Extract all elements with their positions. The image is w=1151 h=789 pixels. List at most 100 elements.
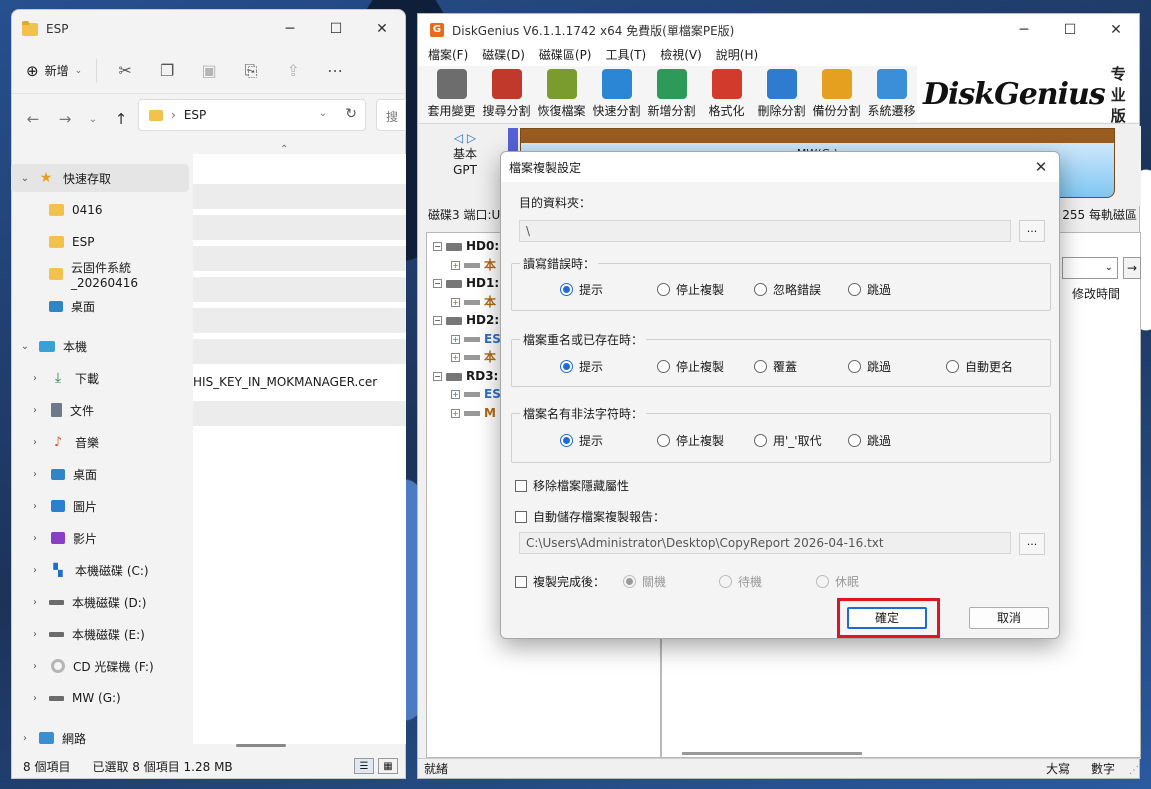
read-error-ignore-radio[interactable]: 忽略錯誤 — [754, 281, 821, 298]
back-icon[interactable]: ← — [22, 110, 44, 128]
more-icon[interactable]: ⋯ — [321, 59, 349, 83]
after-copy-checkbox[interactable]: 複製完成後： — [515, 573, 605, 590]
tree-partition-node[interactable]: + ES — [451, 330, 501, 348]
paste-icon[interactable]: ▣ — [195, 59, 223, 83]
chevron-down-icon[interactable]: ⌄ — [319, 108, 327, 119]
minimize-icon[interactable]: ─ — [267, 10, 313, 48]
nav-item-0416[interactable]: 0416 — [11, 196, 189, 224]
file-row[interactable] — [193, 401, 406, 426]
remove-hidden-checkbox[interactable]: 移除檔案隱藏屬性 — [515, 477, 629, 494]
copy-icon[interactable]: ❐ — [153, 59, 181, 83]
exists-skip-radio[interactable]: 跳過 — [848, 358, 891, 375]
nav-item-videos[interactable]: › 影片 — [11, 524, 189, 552]
read-error-stop-radio[interactable]: 停止複製 — [657, 281, 724, 298]
tool-button-8[interactable]: 系統遷移 — [864, 66, 919, 123]
chevron-right-icon[interactable]: › — [27, 501, 43, 512]
report-path-field[interactable]: C:\Users\Administrator\Desktop\CopyRepor… — [519, 532, 1011, 554]
new-button[interactable]: ⊕ 新增 ⌄ — [26, 58, 98, 83]
file-row[interactable] — [193, 246, 406, 271]
collapse-icon[interactable]: − — [433, 279, 442, 288]
tree-partition-node[interactable]: + 本 — [451, 293, 496, 311]
cancel-button[interactable]: 取消 — [969, 607, 1049, 629]
go-arrow-icon[interactable]: → — [1123, 257, 1141, 279]
file-row[interactable] — [193, 184, 406, 209]
chevron-right-icon[interactable]: › — [27, 565, 43, 576]
exists-autorename-radio[interactable]: 自動更名 — [946, 358, 1013, 375]
file-row[interactable]: HIS_KEY_IN_MOKMANAGER.cer — [193, 370, 406, 395]
tree-disk-node[interactable]: − RD3: — [433, 367, 498, 385]
chevron-right-icon[interactable]: › — [27, 661, 43, 672]
details-view-icon[interactable]: ☰ — [354, 758, 374, 774]
up-icon[interactable]: ↑ — [110, 110, 132, 128]
tree-partition-node[interactable]: + 本 — [451, 348, 496, 366]
illegal-stop-radio[interactable]: 停止複製 — [657, 432, 724, 449]
tree-disk-node[interactable]: − HD1: — [433, 274, 499, 292]
tree-partition-node[interactable]: + 本 — [451, 256, 496, 274]
tool-button-6[interactable]: 刪除分割 — [754, 66, 809, 123]
path-combo[interactable]: ⌄ — [1062, 257, 1118, 279]
tree-partition-node[interactable]: + ES — [451, 385, 501, 403]
file-row[interactable] — [193, 308, 406, 333]
tool-button-7[interactable]: 備份分割 — [809, 66, 864, 123]
menu-disk[interactable]: 磁碟(D) — [482, 46, 525, 66]
read-error-prompt-radio[interactable]: 提示 — [560, 281, 603, 298]
rename-icon[interactable]: ⎘ — [237, 59, 265, 83]
chevron-right-icon[interactable]: › — [27, 629, 43, 640]
tool-button-4[interactable]: 新增分割 — [644, 66, 699, 123]
chevron-right-icon[interactable]: › — [27, 469, 43, 480]
tool-button-5[interactable]: 格式化 — [699, 66, 754, 123]
nav-item-pictures[interactable]: › 圖片 — [11, 492, 189, 520]
menu-file[interactable]: 檔案(F) — [428, 46, 468, 66]
chevron-right-icon[interactable]: › — [27, 693, 43, 704]
column-modified-time[interactable]: 修改時間 — [1072, 285, 1120, 302]
maximize-icon[interactable]: ☐ — [1047, 14, 1093, 46]
expand-icon[interactable]: + — [451, 409, 460, 418]
nav-item-drive-g[interactable]: › MW (G:) — [11, 684, 189, 712]
chevron-right-icon[interactable]: › — [27, 597, 43, 608]
nav-item-drive-f[interactable]: › CD 光碟機 (F:) — [11, 652, 189, 680]
nav-quick-access[interactable]: ⌄ ★ 快速存取 — [11, 164, 189, 192]
horizontal-scrollbar[interactable] — [236, 744, 286, 747]
exists-prompt-radio[interactable]: 提示 — [560, 358, 603, 375]
tool-button-0[interactable]: 套用變更 — [424, 66, 479, 123]
tool-button-1[interactable]: 搜尋分割 — [479, 66, 534, 123]
dialog-titlebar[interactable]: 檔案複製設定 — [501, 152, 1059, 182]
nav-item-esp[interactable]: ESP — [11, 228, 189, 256]
browse-dest-button[interactable]: ... — [1019, 220, 1045, 242]
menu-help[interactable]: 說明(H) — [716, 46, 758, 66]
chevron-down-icon[interactable]: ⌄ — [17, 173, 33, 184]
recent-chevron-icon[interactable]: ⌄ — [86, 114, 100, 125]
after-hibernate-radio[interactable]: 休眠 — [816, 573, 859, 590]
expand-icon[interactable]: + — [451, 298, 460, 307]
nav-item-music[interactable]: › ♪ 音樂 — [11, 428, 189, 456]
illegal-replace-radio[interactable]: 用'_'取代 — [754, 432, 822, 449]
horizontal-scrollbar[interactable] — [682, 752, 862, 755]
expand-icon[interactable]: + — [451, 335, 460, 344]
tree-disk-node[interactable]: − HD0: — [433, 237, 499, 255]
minimize-icon[interactable]: ─ — [1001, 14, 1047, 46]
browse-report-button[interactable]: ... — [1019, 533, 1045, 555]
breadcrumb[interactable]: ESP — [184, 108, 206, 122]
nav-item-desktop[interactable]: 桌面 — [11, 292, 189, 320]
dest-folder-field[interactable]: \ — [519, 220, 1011, 242]
collapse-icon[interactable]: − — [433, 372, 442, 381]
expand-icon[interactable]: + — [451, 353, 460, 362]
chevron-right-icon[interactable]: › — [27, 373, 43, 384]
nav-item-desktop-pc[interactable]: › 桌面 — [11, 460, 189, 488]
tree-partition-node[interactable]: + M — [451, 404, 496, 422]
close-icon[interactable]: ✕ — [1093, 14, 1139, 46]
nav-item-firmware-folder[interactable]: 云固件系統_20260416 — [11, 260, 189, 290]
file-row[interactable] — [193, 215, 406, 240]
after-standby-radio[interactable]: 待機 — [719, 573, 762, 590]
nav-item-drive-d[interactable]: › 本機磁碟 (D:) — [11, 588, 189, 616]
file-row[interactable] — [193, 277, 406, 302]
maximize-icon[interactable]: ☐ — [313, 10, 359, 48]
illegal-prompt-radio[interactable]: 提示 — [560, 432, 603, 449]
close-icon[interactable]: ✕ — [1029, 156, 1053, 178]
diskgenius-titlebar[interactable]: G DiskGenius V6.1.1.1742 x64 免費版(單檔案PE版)… — [418, 14, 1139, 46]
nav-item-documents[interactable]: › 文件 — [11, 396, 189, 424]
menu-view[interactable]: 檢視(V) — [660, 46, 702, 66]
illegal-skip-radio[interactable]: 跳過 — [848, 432, 891, 449]
cut-icon[interactable]: ✂ — [111, 59, 139, 83]
nav-network[interactable]: › 網路 — [11, 724, 189, 752]
